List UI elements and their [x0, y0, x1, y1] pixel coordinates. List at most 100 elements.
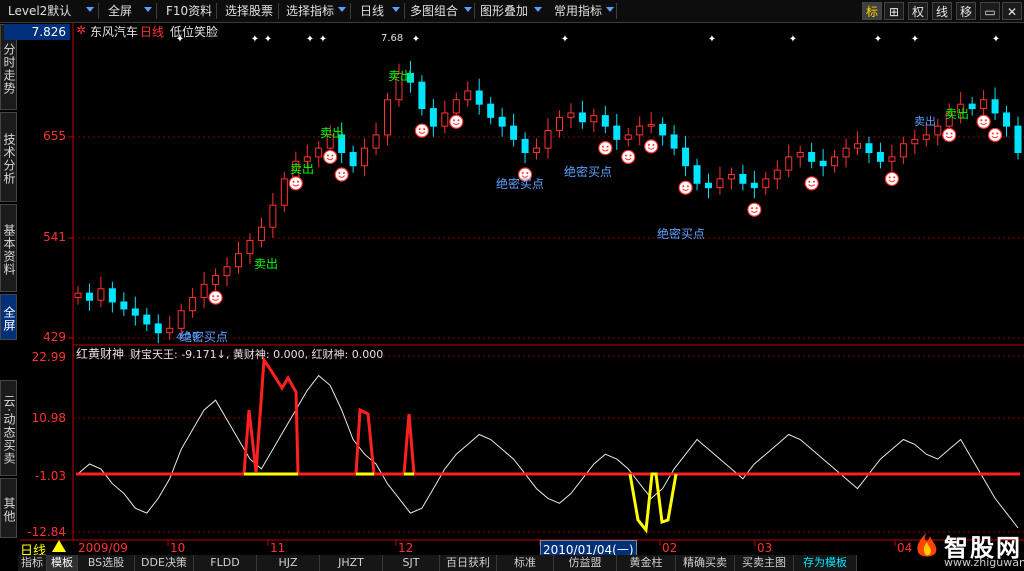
candle-body — [670, 134, 678, 149]
candle-body — [888, 156, 896, 162]
candle-body — [704, 182, 712, 189]
candle-body — [257, 226, 265, 241]
candle-body — [384, 99, 392, 136]
candle-body — [601, 115, 609, 127]
tab-template[interactable]: 模板 — [47, 555, 78, 571]
star-marker-icon: ✦ — [911, 34, 919, 45]
candle-body — [74, 292, 82, 299]
candle-body — [1003, 112, 1011, 127]
candle-body — [922, 134, 930, 140]
candle-body — [739, 173, 747, 184]
candle-body — [372, 134, 380, 149]
candle-body — [315, 147, 323, 158]
date-label: 04 — [897, 541, 913, 555]
yellow-fortune-spike — [628, 472, 678, 534]
candle-body — [269, 204, 277, 228]
candle-body — [120, 301, 128, 310]
settings-icon[interactable]: ✲ — [76, 23, 86, 37]
candle-body — [85, 292, 93, 301]
top-price-label: 7.826 — [31, 25, 66, 39]
date-label: 11 — [270, 541, 286, 555]
tab-gold-pillar[interactable]: 黄金柱 — [617, 555, 676, 571]
tab-bs-select[interactable]: BS选股 — [78, 555, 135, 571]
watermark-url: www.zhiguwang.com — [944, 556, 1024, 569]
tab-100day-profit[interactable]: 百日获利 — [440, 555, 497, 571]
tab-trade-main-chart[interactable]: 买卖主图 — [735, 555, 794, 571]
candle-body — [521, 138, 529, 154]
candle-body — [510, 125, 518, 140]
candle-body — [911, 138, 919, 145]
tab-indicators[interactable]: 指标 — [18, 555, 47, 571]
tab-jhzt[interactable]: JHZT — [320, 555, 383, 571]
smiley-buy-icon — [208, 290, 223, 305]
secret-buy-label: 绝密买点 — [496, 177, 545, 191]
flame-logo-icon — [917, 532, 937, 557]
smiley-buy-icon — [598, 141, 613, 156]
watermark-logo: 智股网 www.zhiguwang.com — [912, 530, 1024, 569]
stock-name: 东风汽车 — [90, 25, 139, 39]
sub-indicator-values: 财宝天王: -9.171↓, 黄财神: 0.000, 红财神: 0.000 — [130, 348, 384, 361]
sell-signal-label: 卖出 — [320, 126, 345, 140]
candle-body — [143, 314, 151, 325]
red-fortune-spike — [402, 413, 416, 475]
candle-body — [773, 169, 781, 180]
candle-body — [131, 308, 139, 316]
candle-body — [876, 152, 884, 162]
candle-body — [361, 147, 369, 167]
smiley-buy-icon — [621, 149, 636, 165]
sell-signal-label: 卖出 — [388, 69, 413, 83]
candle-body — [452, 99, 460, 114]
candle-body — [189, 297, 197, 312]
period-up-triangle-icon[interactable] — [52, 540, 66, 552]
date-label: 2009/09 — [78, 541, 128, 555]
candle-body — [177, 310, 185, 329]
smiley-buy-icon — [449, 114, 464, 129]
star-marker-icon: ✦ — [251, 34, 259, 45]
smiley-buy-icon — [747, 202, 762, 217]
candle-body — [750, 182, 758, 189]
star-marker-icon: ✦ — [992, 34, 1000, 45]
candle-body — [899, 143, 907, 158]
tab-precise-trade[interactable]: 精确买卖 — [676, 555, 735, 571]
smiley-buy-icon — [884, 171, 900, 187]
date-label: 10 — [170, 541, 186, 555]
tab-fldd[interactable]: FLDD — [194, 555, 257, 571]
date-label: 12 — [398, 541, 414, 555]
red-fortune-spike — [354, 407, 376, 475]
candle-body — [567, 112, 575, 118]
candle-body — [716, 178, 724, 189]
star-marker-icon: ✦ — [561, 34, 569, 45]
smiley-buy-icon — [288, 176, 303, 191]
price-cursor-box: 7.826 — [4, 24, 70, 40]
tab-sjt[interactable]: SJT — [383, 555, 440, 571]
tab-hjz[interactable]: HJZ — [257, 555, 320, 571]
candle-body — [590, 115, 598, 123]
tab-yimeng[interactable]: 仿益盟 — [554, 555, 617, 571]
tab-save-template[interactable]: 存为模板 — [794, 555, 857, 571]
candle-body — [154, 323, 162, 334]
candle-body — [544, 130, 552, 149]
candle-body — [200, 283, 208, 299]
y-tick-541: 541 — [43, 230, 66, 244]
candle-body — [854, 143, 862, 149]
tab-standard[interactable]: 标准 — [497, 555, 554, 571]
fortune-king-line — [77, 374, 1019, 529]
candle-body — [796, 152, 804, 158]
main-indicator-name: 低位笑脸 — [170, 25, 219, 39]
candle-body — [647, 123, 655, 127]
tab-dde[interactable]: DDE决策 — [135, 555, 194, 571]
candle-body — [968, 103, 976, 110]
sub-y-tick-zero: -1.03 — [34, 469, 66, 483]
candle-body — [831, 156, 839, 167]
secret-buy-label: 绝密买点 — [180, 330, 229, 344]
secret-buy-label: 绝密买点 — [657, 227, 706, 241]
sub-y-tick-top: 22.99 — [31, 350, 66, 364]
smiley-buy-icon — [976, 114, 991, 129]
star-marker-icon: ✦ — [264, 34, 272, 45]
kline-chart-area[interactable]: ✦ ✦ ✦ ✦ ✦ ✦ ✦ ✦ ✦ ✦ ✦ ✦ — [0, 0, 1024, 571]
smiley-buy-icon — [678, 180, 693, 195]
candle-body — [418, 81, 426, 110]
sell-signal-label: 卖出 — [914, 115, 936, 128]
candle-body — [108, 288, 116, 303]
candle-body — [464, 90, 472, 101]
